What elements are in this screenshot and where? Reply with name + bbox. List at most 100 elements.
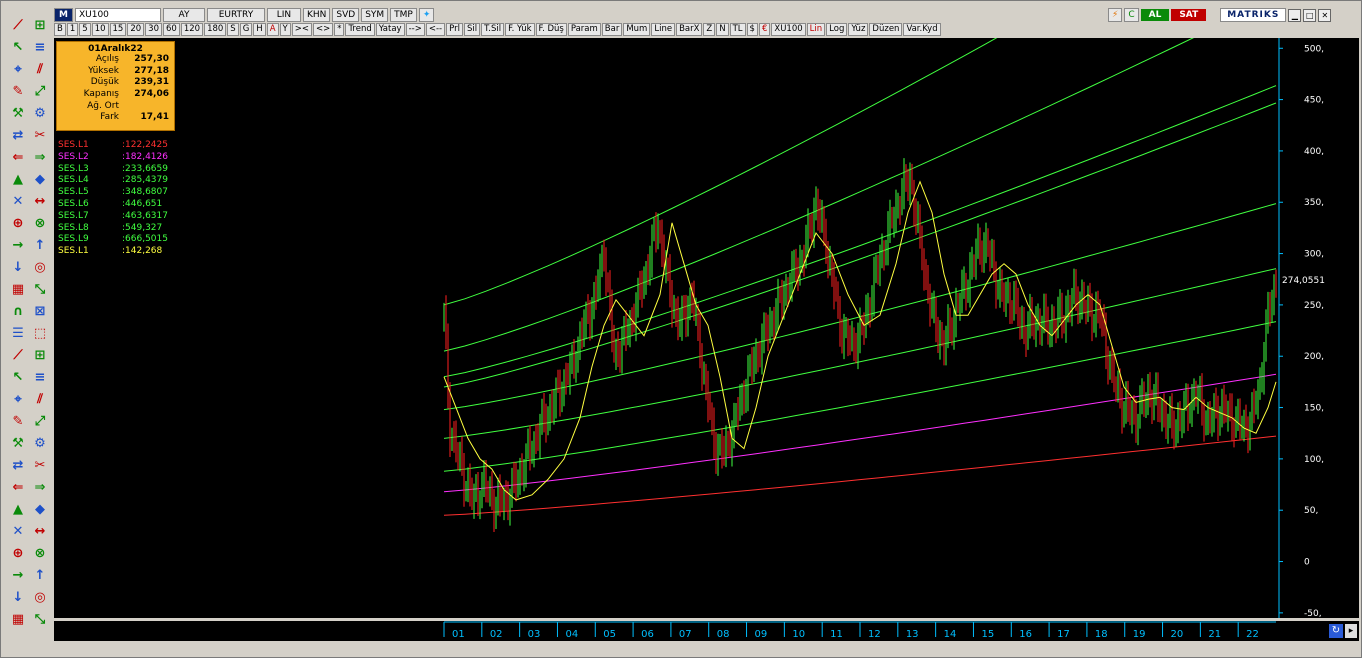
drawing-tool-icon[interactable]: ⫽ xyxy=(32,392,48,408)
drawing-tool-icon[interactable]: ⊗ xyxy=(32,216,48,232)
toolbar-button-23[interactable]: Sil xyxy=(463,23,481,36)
drawing-tool-icon[interactable]: ◆ xyxy=(32,172,48,188)
drawing-tool-icon[interactable]: ⇒ xyxy=(32,480,48,496)
drawing-tool-icon[interactable]: ⫽ xyxy=(32,62,48,78)
drawing-tool-icon[interactable]: ⇄ xyxy=(10,458,26,474)
toolbar-button-36[interactable]: € xyxy=(758,23,771,36)
drawing-tool-icon[interactable]: ✎ xyxy=(10,414,26,430)
toolbar-button-40[interactable]: Yüz xyxy=(848,23,869,36)
drawing-tool-icon[interactable]: ▦ xyxy=(10,612,26,628)
toolbar-button-8[interactable]: 120 xyxy=(180,23,204,36)
drawing-tool-icon[interactable]: ⌖ xyxy=(10,392,26,408)
drawing-tool-icon[interactable]: ◎ xyxy=(32,260,48,276)
toolbar-button-4[interactable]: 15 xyxy=(109,23,127,36)
toolbar-button-37[interactable]: XU100 xyxy=(771,23,806,36)
drawing-tool-icon[interactable]: ✕ xyxy=(10,524,26,540)
toolbar-button-21[interactable]: <-- xyxy=(425,23,446,36)
period-selector[interactable]: AY xyxy=(162,8,205,22)
drawing-tool-icon[interactable]: ⊞ xyxy=(32,18,48,34)
toolbar-button-26[interactable]: F. Düş xyxy=(535,23,567,36)
drawing-tool-icon[interactable]: ↑ xyxy=(32,568,48,584)
drawing-tool-icon[interactable]: ⚙ xyxy=(32,436,48,452)
drawing-tool-icon[interactable]: ⊠ xyxy=(32,304,48,320)
close-icon[interactable]: ✕ xyxy=(1318,8,1332,22)
drawing-tool-icon[interactable]: ↖ xyxy=(10,40,26,56)
toolbar-button-10[interactable]: S xyxy=(227,23,239,36)
toolbar-button-16[interactable]: <> xyxy=(312,23,334,36)
drawing-tool-icon[interactable]: ▲ xyxy=(10,502,26,518)
toolbar-button-28[interactable]: Bar xyxy=(601,23,623,36)
drawing-tool-icon[interactable]: ↑ xyxy=(32,238,48,254)
toolbar-button-6[interactable]: 30 xyxy=(145,23,162,36)
drawing-tool-icon[interactable]: ⌖ xyxy=(10,62,26,78)
minimize-icon[interactable]: ▁ xyxy=(1288,8,1302,22)
drawing-tool-icon[interactable]: ⊕ xyxy=(10,546,26,562)
drawing-tool-icon[interactable]: ⊞ xyxy=(32,348,48,364)
toolbar-button-35[interactable]: $ xyxy=(746,23,758,36)
drawing-tool-icon[interactable]: ⚙ xyxy=(32,106,48,122)
drawing-tool-icon[interactable]: ∩ xyxy=(10,304,26,320)
toolbar-button-14[interactable]: Y xyxy=(279,23,291,36)
toolbar-button-3[interactable]: 10 xyxy=(91,23,109,36)
sym-button[interactable]: SYM xyxy=(361,8,389,22)
drawing-tool-icon[interactable]: → xyxy=(10,568,26,584)
toolbar-button-30[interactable]: Line xyxy=(651,23,676,36)
toolbar-button-11[interactable]: G xyxy=(239,23,253,36)
drawing-tool-icon[interactable]: ⤡ xyxy=(32,282,48,298)
drawing-tool-icon[interactable]: ▦ xyxy=(10,282,26,298)
drawing-tool-icon[interactable]: ↓ xyxy=(10,590,26,606)
toolbar-button-33[interactable]: N xyxy=(716,23,729,36)
twitter-icon[interactable]: ✦ xyxy=(418,8,435,22)
drawing-tool-icon[interactable]: ⚒ xyxy=(10,436,26,452)
toolbar-button-1[interactable]: 1 xyxy=(66,23,79,36)
toolbar-button-13[interactable]: A xyxy=(266,23,279,36)
drawing-tool-icon[interactable]: ◆ xyxy=(32,502,48,518)
settings-icon[interactable]: ↻ xyxy=(1329,624,1343,638)
drawing-tool-icon[interactable]: ⊗ xyxy=(32,546,48,562)
scale-selector[interactable]: LIN xyxy=(266,8,301,22)
drawing-tool-icon[interactable]: ⇐ xyxy=(10,480,26,496)
toolbar-button-17[interactable]: * xyxy=(334,23,345,36)
drawing-tool-icon[interactable]: ⬚ xyxy=(32,326,48,342)
drawing-tool-icon[interactable]: ↔ xyxy=(32,194,48,210)
drawing-tool-icon[interactable]: ⟋ xyxy=(10,348,26,364)
toolbar-button-19[interactable]: Yatay xyxy=(375,23,405,36)
toolbar-button-5[interactable]: 20 xyxy=(127,23,145,36)
menu-button[interactable]: M xyxy=(54,8,73,22)
drawing-tool-icon[interactable]: ⤡ xyxy=(32,612,48,628)
toolbar-button-18[interactable]: Trend xyxy=(345,23,375,36)
drawing-tool-icon[interactable]: ⚒ xyxy=(10,106,26,122)
toolbar-button-12[interactable]: H xyxy=(253,23,266,36)
drawing-tool-icon[interactable]: ✎ xyxy=(10,84,26,100)
drawing-tool-icon[interactable]: ↖ xyxy=(10,370,26,386)
drawing-tool-icon[interactable]: ⟋ xyxy=(10,18,26,34)
scroll-right-icon[interactable]: ▸ xyxy=(1345,624,1357,638)
toolbar-button-20[interactable]: --> xyxy=(405,23,425,36)
drawing-tool-icon[interactable]: ✂ xyxy=(32,128,48,144)
drawing-tool-icon[interactable]: ≡ xyxy=(32,40,48,56)
toolbar-button-0[interactable]: B xyxy=(54,23,66,36)
toolbar-button-32[interactable]: Z xyxy=(703,23,716,36)
currency-selector[interactable]: EURTRY xyxy=(206,8,265,22)
symbol-field[interactable]: XU100 xyxy=(74,8,161,22)
toolbar-button-24[interactable]: T.Sil xyxy=(481,23,505,36)
drawing-tool-icon[interactable]: ⇐ xyxy=(10,150,26,166)
toolbar-button-15[interactable]: >< xyxy=(291,23,312,36)
price-chart[interactable]: 500, 450, 400, 350, 300, 250, 200, 150, 100, 50, 0… xyxy=(54,38,1359,618)
toolbar-button-34[interactable]: TL xyxy=(729,23,746,36)
toolbar-button-31[interactable]: BarX xyxy=(676,23,703,36)
sell-button[interactable]: SAT xyxy=(1171,9,1207,21)
toolbar-button-41[interactable]: Düzen xyxy=(869,23,903,36)
lightning-icon[interactable]: ⚡ xyxy=(1108,8,1123,22)
toolbar-button-42[interactable]: Var.Kyd xyxy=(903,23,941,36)
drawing-tool-icon[interactable]: ✂ xyxy=(32,458,48,474)
refresh-icon[interactable]: C xyxy=(1124,8,1139,22)
drawing-tool-icon[interactable]: ⤢ xyxy=(32,84,48,100)
drawing-tool-icon[interactable]: ↓ xyxy=(10,260,26,276)
drawing-tool-icon[interactable]: → xyxy=(10,238,26,254)
drawing-tool-icon[interactable]: ▲ xyxy=(10,172,26,188)
toolbar-button-27[interactable]: Param xyxy=(567,23,601,36)
toolbar-button-39[interactable]: Log xyxy=(826,23,848,36)
drawing-tool-icon[interactable]: ⇄ xyxy=(10,128,26,144)
toolbar-button-25[interactable]: F. Yük xyxy=(505,23,535,36)
